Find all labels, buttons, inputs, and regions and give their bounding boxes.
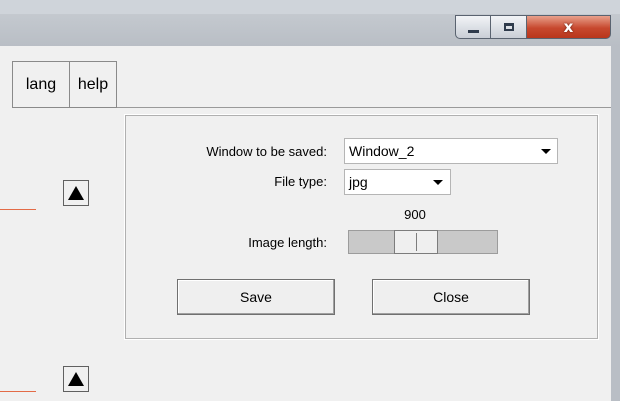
window-to-save-label: Window to be saved:	[206, 144, 327, 159]
window-select-value: Window_2	[349, 143, 415, 159]
window-select[interactable]: Window_2	[344, 138, 558, 164]
save-button[interactable]: Save	[177, 279, 335, 315]
file-type-value: jpg	[349, 174, 368, 190]
menubar: lang help	[0, 61, 130, 108]
minimize-button[interactable]	[455, 15, 491, 39]
arrow-up-button[interactable]	[63, 366, 89, 392]
plot-line-segment	[0, 391, 36, 392]
file-type-select[interactable]: jpg	[344, 169, 451, 195]
slider-thumb[interactable]	[394, 230, 438, 254]
menubar-divider	[117, 107, 611, 108]
image-length-slider[interactable]	[348, 230, 498, 254]
triangle-up-icon	[68, 372, 84, 386]
close-icon: x	[563, 18, 574, 36]
help-menu-button[interactable]: help	[69, 61, 117, 108]
chevron-down-icon	[433, 180, 443, 185]
image-length-label: Image length:	[248, 235, 327, 250]
slider-thumb-grip	[416, 233, 417, 251]
lang-menu-button[interactable]: lang	[12, 61, 70, 108]
minimize-icon	[467, 29, 479, 33]
maximize-button[interactable]	[491, 15, 527, 39]
window-controls: x	[455, 15, 611, 39]
file-type-label: File type:	[274, 174, 327, 189]
close-window-button[interactable]: x	[527, 15, 611, 39]
maximize-icon	[503, 23, 514, 31]
triangle-up-icon	[68, 186, 84, 200]
close-button[interactable]: Close	[372, 279, 530, 315]
image-length-value: 900	[404, 207, 426, 222]
chevron-down-icon	[541, 149, 551, 154]
plot-line-segment	[0, 209, 36, 210]
window-frame-right	[611, 46, 620, 401]
arrow-up-button[interactable]	[63, 180, 89, 206]
